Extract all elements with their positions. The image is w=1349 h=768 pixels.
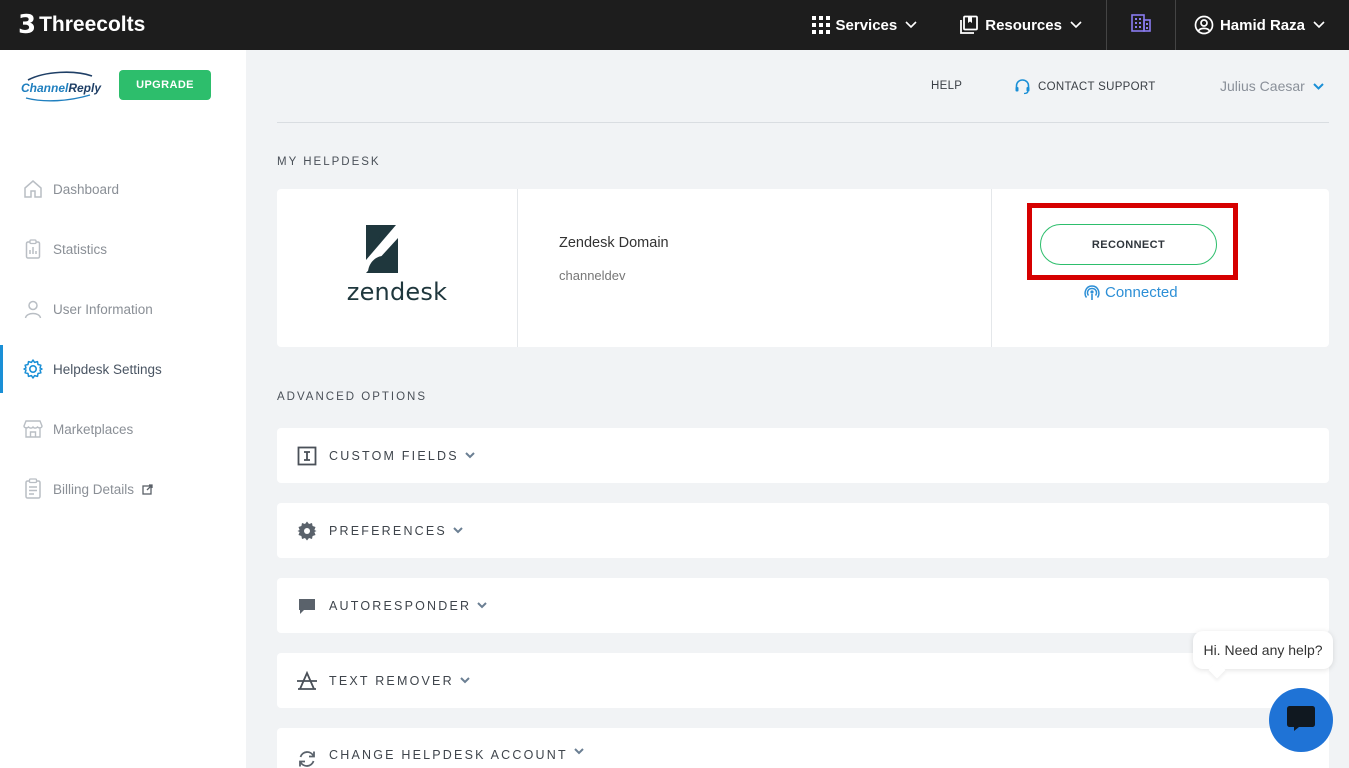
billing-icon	[22, 478, 44, 500]
strikethrough-icon	[296, 670, 318, 692]
chevron-down-icon	[1313, 82, 1324, 90]
advanced-options-heading: ADVANCED OPTIONS	[277, 391, 427, 403]
helpdesk-card: zendesk Zendesk Domain channeldev RECONN…	[277, 189, 1329, 347]
clipboard-chart-icon	[22, 238, 44, 260]
signal-icon	[1084, 284, 1100, 301]
custom-fields-accordion[interactable]: CUSTOM FIELDS	[277, 428, 1329, 483]
reconnect-button[interactable]: RECONNECT	[1040, 224, 1217, 265]
sidebar-item-billing-details[interactable]: Billing Details	[0, 465, 246, 513]
account-name: Hamid Raza	[1219, 16, 1305, 34]
contact-support-link[interactable]: CONTACT SUPPORT	[1014, 78, 1156, 95]
chat-icon	[1285, 704, 1317, 737]
sidebar-item-label: Marketplaces	[53, 421, 134, 437]
sidebar-item-label: Statistics	[53, 241, 108, 257]
threecolts-logo[interactable]: 3 Threecolts	[18, 0, 145, 50]
zendesk-domain-label: Zendesk Domain	[559, 235, 669, 251]
chat-greeting-bubble[interactable]: Hi. Need any help?	[1193, 631, 1333, 669]
home-icon	[22, 178, 44, 200]
sidebar-item-user-information[interactable]: User Information	[0, 285, 246, 333]
sidebar-item-label: User Information	[53, 301, 153, 317]
user-circle-icon	[1194, 15, 1214, 35]
sidebar-item-helpdesk-settings[interactable]: Helpdesk Settings	[0, 345, 246, 393]
column-divider	[991, 189, 992, 347]
chevron-down-icon	[460, 677, 470, 684]
contact-support-label: CONTACT SUPPORT	[1038, 80, 1156, 93]
sidebar-item-label: Helpdesk Settings	[53, 361, 162, 377]
services-menu[interactable]: Services	[811, 0, 938, 50]
my-helpdesk-heading: MY HELPDESK	[277, 156, 381, 168]
text-remover-label: TEXT REMOVER	[329, 673, 454, 688]
external-link-icon	[142, 483, 153, 495]
autoresponder-accordion[interactable]: AUTORESPONDER	[277, 578, 1329, 633]
chevron-down-icon	[453, 527, 463, 534]
sidebar-item-dashboard[interactable]: Dashboard	[0, 165, 246, 213]
building-icon	[1131, 14, 1151, 36]
resources-menu[interactable]: Resources	[937, 0, 1106, 50]
logo-text-reply: Reply	[68, 81, 102, 95]
text-field-icon	[296, 445, 318, 467]
column-divider	[517, 189, 518, 347]
help-link[interactable]: HELP	[931, 80, 962, 92]
sidebar-item-statistics[interactable]: Statistics	[0, 225, 246, 273]
gear-icon	[296, 520, 318, 542]
organization-button[interactable]	[1107, 0, 1175, 50]
content-header: HELP CONTACT SUPPORT Julius Caesar	[277, 50, 1329, 123]
zendesk-domain-value: channeldev	[559, 268, 626, 283]
user-dropdown[interactable]: Julius Caesar	[1220, 78, 1324, 94]
user-icon	[22, 298, 44, 320]
zendesk-logo-text: zendesk	[346, 278, 448, 306]
zendesk-logo: zendesk	[341, 225, 453, 309]
preferences-accordion[interactable]: PREFERENCES	[277, 503, 1329, 558]
chevron-down-icon	[477, 602, 487, 609]
top-navbar: 3 Threecolts Services Resources Hamid Ra…	[0, 0, 1349, 50]
sidebar-item-label: Billing Details	[53, 481, 135, 497]
grid-icon	[811, 16, 830, 34]
refresh-icon	[296, 748, 318, 768]
change-helpdesk-account-accordion[interactable]: CHANGE HELPDESK ACCOUNT	[277, 728, 1329, 768]
services-label: Services	[835, 16, 898, 34]
chat-launcher-button[interactable]	[1269, 688, 1333, 752]
chevron-down-icon	[1070, 21, 1082, 29]
chevron-down-icon	[465, 452, 475, 459]
sidebar: ChannelReply UPGRADE Dashboard Statistic…	[0, 50, 246, 768]
threecolts-logo-text: Threecolts	[39, 13, 146, 36]
chevron-down-icon	[905, 21, 917, 29]
autoresponder-label: AUTORESPONDER	[329, 598, 472, 613]
gear-icon	[22, 358, 44, 380]
zendesk-mark-icon	[366, 225, 398, 273]
store-icon	[22, 418, 44, 440]
custom-fields-label: CUSTOM FIELDS	[329, 448, 459, 463]
change-helpdesk-account-label: CHANGE HELPDESK ACCOUNT	[329, 748, 568, 762]
resources-label: Resources	[985, 16, 1062, 34]
sidebar-item-marketplaces[interactable]: Marketplaces	[0, 405, 246, 453]
book-icon	[959, 15, 979, 35]
channelreply-logo[interactable]: ChannelReply	[20, 70, 102, 104]
chat-icon	[296, 595, 318, 617]
chevron-down-icon	[574, 748, 584, 755]
connection-status: Connected	[1084, 284, 1178, 301]
threecolts-logo-mark: 3	[18, 10, 36, 40]
connection-status-label: Connected	[1105, 284, 1178, 301]
preferences-label: PREFERENCES	[329, 523, 447, 538]
upgrade-button[interactable]: UPGRADE	[119, 70, 211, 100]
user-dropdown-label: Julius Caesar	[1220, 78, 1305, 94]
chevron-down-icon	[1313, 21, 1325, 29]
text-remover-accordion[interactable]: TEXT REMOVER	[277, 653, 1329, 708]
headset-icon	[1014, 78, 1031, 95]
account-menu[interactable]: Hamid Raza	[1176, 0, 1349, 50]
logo-text-channel: Channel	[21, 81, 69, 95]
sidebar-item-label: Dashboard	[53, 181, 120, 197]
